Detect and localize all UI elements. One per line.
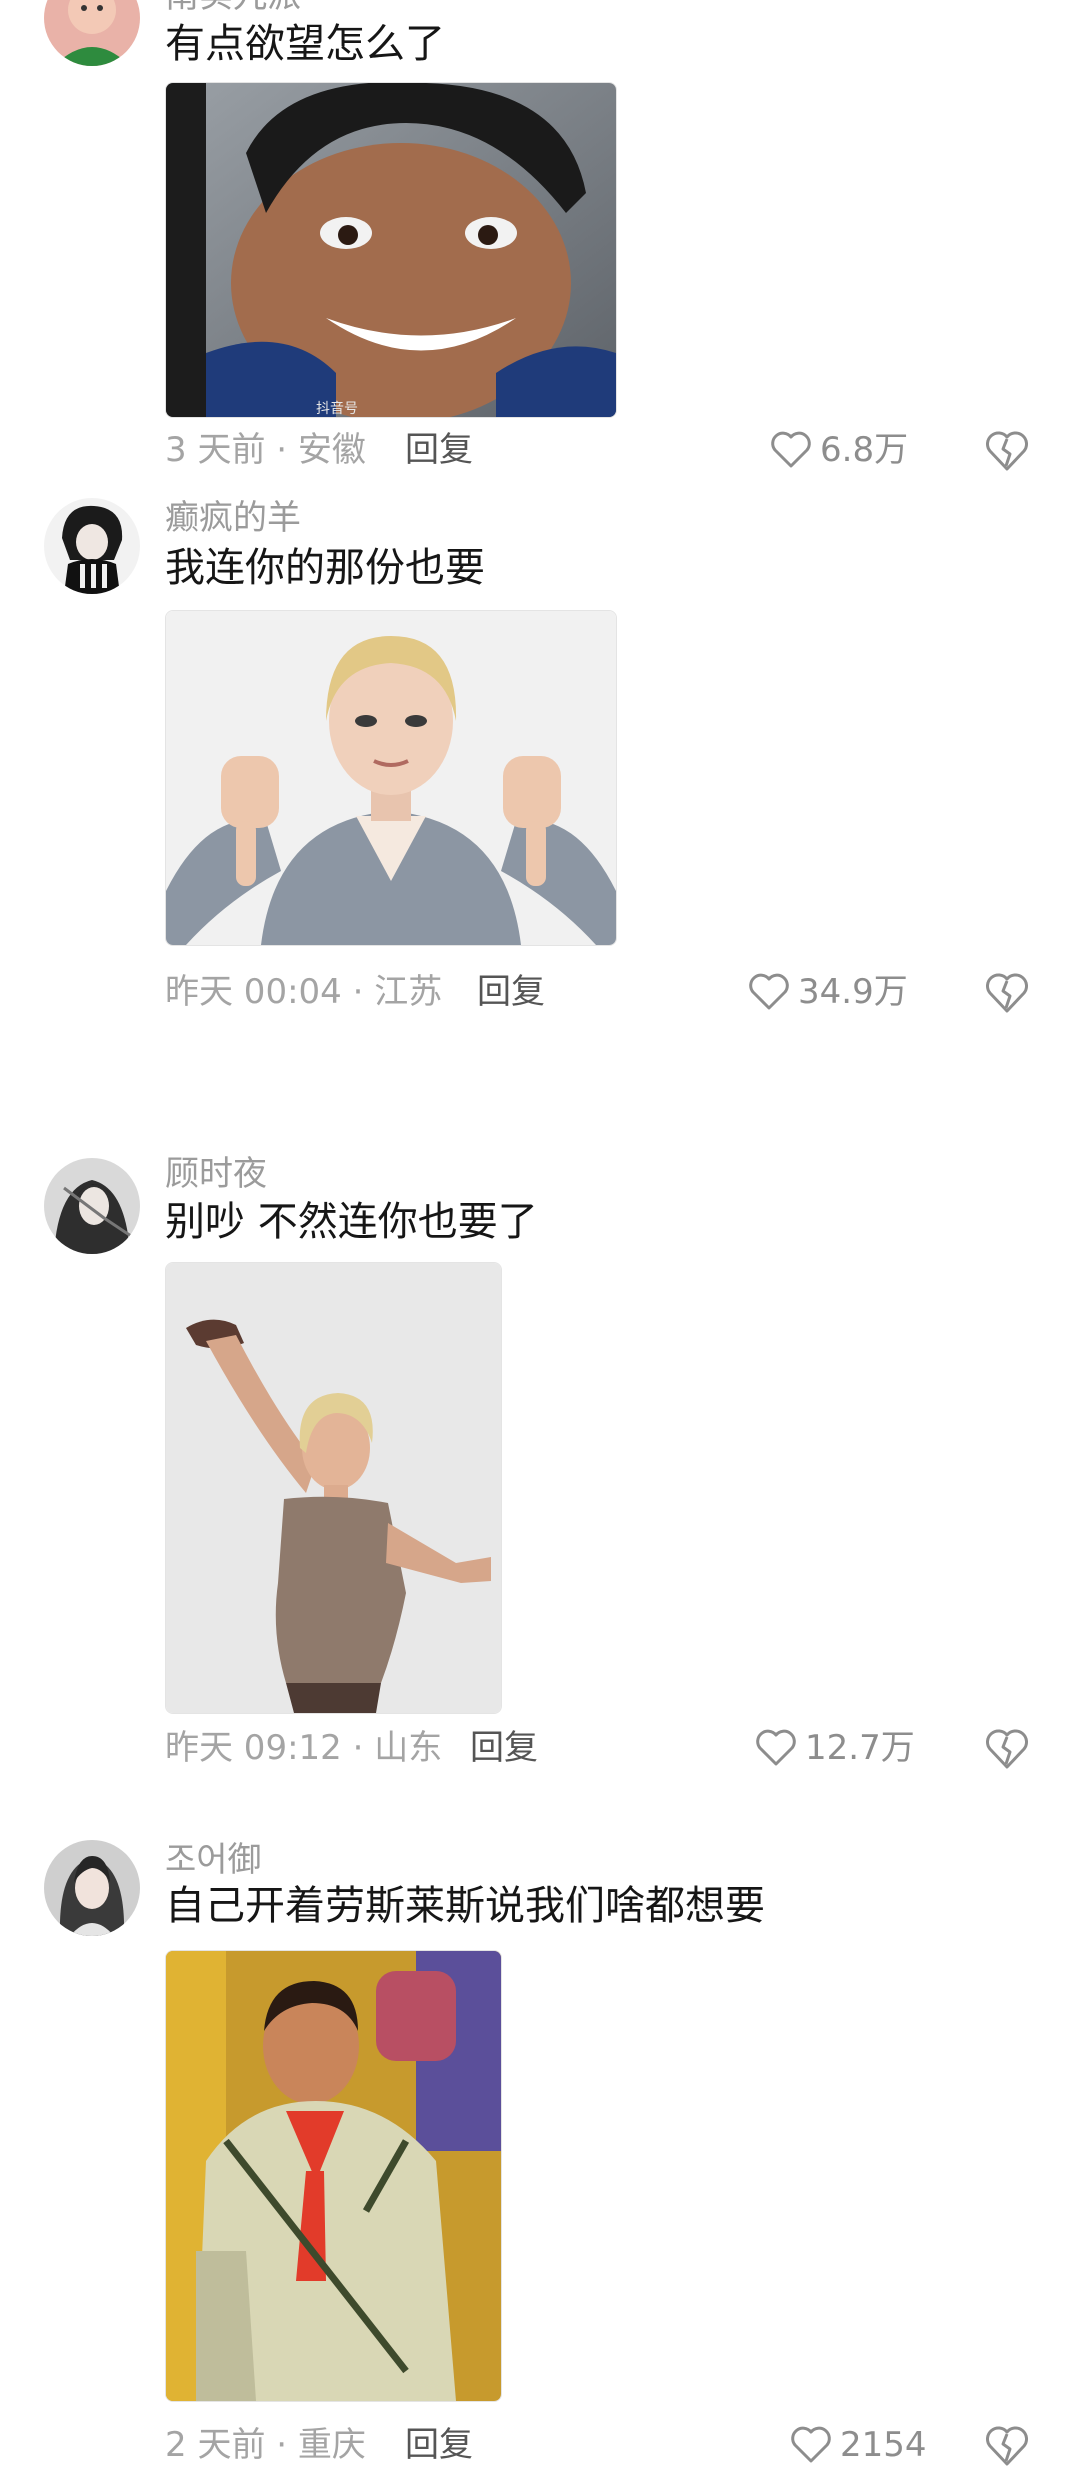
like-count: 34.9万 bbox=[798, 972, 908, 1012]
reply-button[interactable]: 回复 bbox=[405, 2425, 473, 2465]
reply-button[interactable]: 回复 bbox=[470, 1728, 538, 1768]
like-count: 2154 bbox=[840, 2425, 927, 2465]
heart-outline-icon bbox=[770, 431, 812, 469]
comment-text: 我连你的那份也要 bbox=[165, 545, 485, 591]
username[interactable]: 南实九派 bbox=[165, 0, 301, 16]
user-avatar[interactable] bbox=[44, 1840, 140, 1936]
like-button[interactable]: 34.9万 bbox=[748, 972, 908, 1012]
user-avatar[interactable] bbox=[44, 0, 140, 66]
dislike-button[interactable] bbox=[984, 1728, 1030, 1772]
broken-heart-icon bbox=[984, 430, 1030, 472]
comment-image[interactable] bbox=[165, 1262, 502, 1714]
comment-text: 别吵 不然连你也要了 bbox=[165, 1199, 538, 1245]
comment-time-location: 3 天前 · 安徽 bbox=[165, 430, 366, 470]
user-avatar[interactable] bbox=[44, 498, 140, 594]
comment-image[interactable] bbox=[165, 610, 617, 946]
user-avatar[interactable] bbox=[44, 1158, 140, 1254]
dislike-button[interactable] bbox=[984, 430, 1030, 474]
username[interactable]: 癫疯的羊 bbox=[165, 498, 301, 538]
comment-text: 自己开着劳斯莱斯说我们啥都想要 bbox=[165, 1883, 765, 1929]
username[interactable]: 顾时夜 bbox=[165, 1154, 267, 1194]
comment-text: 有点欲望怎么了 bbox=[165, 21, 445, 67]
comment-time-location: 2 天前 · 重庆 bbox=[165, 2425, 366, 2465]
broken-heart-icon bbox=[984, 972, 1030, 1014]
reply-button[interactable]: 回复 bbox=[477, 972, 545, 1012]
comment-time-location: 昨天 09:12 · 山东 bbox=[165, 1728, 443, 1768]
broken-heart-icon bbox=[984, 1728, 1030, 1770]
username[interactable]: 조어御 bbox=[165, 1840, 262, 1880]
like-count: 12.7万 bbox=[805, 1728, 915, 1768]
broken-heart-icon bbox=[984, 2425, 1030, 2467]
like-count: 6.8万 bbox=[820, 430, 909, 470]
comment-time-location: 昨天 00:04 · 江苏 bbox=[165, 972, 443, 1012]
like-button[interactable]: 2154 bbox=[790, 2425, 927, 2465]
heart-outline-icon bbox=[755, 1729, 797, 1767]
dislike-button[interactable] bbox=[984, 2425, 1030, 2469]
dislike-button[interactable] bbox=[984, 972, 1030, 1016]
watermark-text: 抖音号 bbox=[316, 400, 358, 417]
heart-outline-icon bbox=[790, 2426, 832, 2464]
heart-outline-icon bbox=[748, 973, 790, 1011]
comment-image[interactable]: 抖音号 bbox=[165, 82, 617, 418]
like-button[interactable]: 6.8万 bbox=[770, 430, 908, 470]
comment-image[interactable] bbox=[165, 1950, 502, 2402]
reply-button[interactable]: 回复 bbox=[405, 430, 473, 470]
like-button[interactable]: 12.7万 bbox=[755, 1728, 915, 1768]
